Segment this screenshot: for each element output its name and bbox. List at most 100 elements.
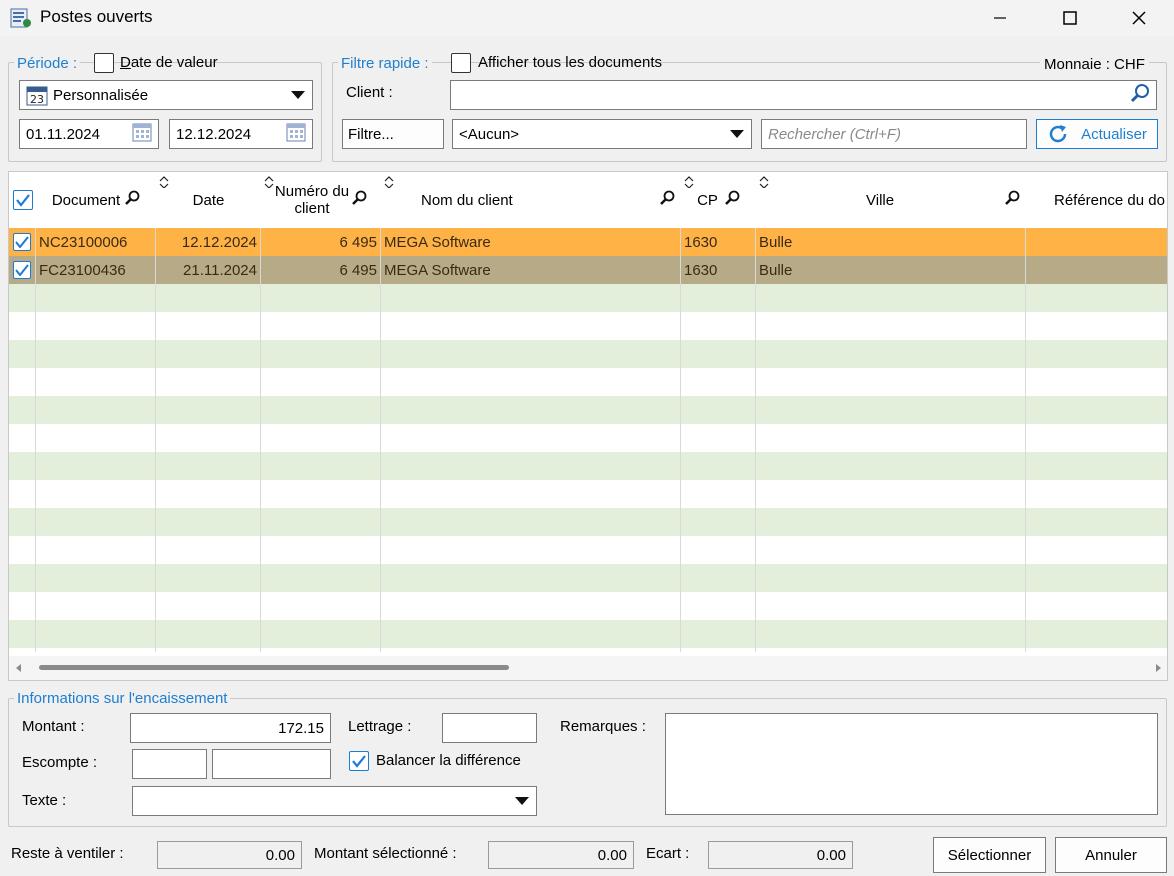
montant-label: Montant :	[22, 718, 85, 735]
period-select[interactable]: 23 Personnalisée	[19, 80, 313, 110]
filter-select[interactable]: <Aucun>	[452, 119, 752, 149]
client-input[interactable]	[450, 80, 1157, 110]
chevron-down-icon	[290, 87, 306, 104]
date-picker-icon[interactable]	[286, 122, 306, 146]
ecart-value: 0.00	[708, 841, 853, 869]
table-row[interactable]	[9, 284, 1167, 312]
date-to-field[interactable]: 12.12.2024	[169, 119, 313, 149]
column-divider	[155, 228, 156, 652]
period-select-value: Personnalisée	[53, 86, 149, 104]
sort-icon[interactable]	[384, 176, 394, 188]
table-row[interactable]	[9, 368, 1167, 396]
sort-icon[interactable]	[684, 176, 694, 188]
row-checkbox[interactable]	[9, 256, 36, 284]
filter-select-value: <Aucun>	[459, 125, 520, 143]
table-row[interactable]	[9, 340, 1167, 368]
close-icon	[1132, 11, 1146, 25]
cell-numero-client: 6 495	[261, 228, 381, 256]
texte-select[interactable]	[132, 786, 537, 816]
column-divider	[680, 228, 681, 652]
cell-reference	[1026, 228, 1167, 256]
ecart-label: Ecart :	[646, 845, 690, 862]
table-row[interactable]	[9, 564, 1167, 592]
maximize-button[interactable]	[1035, 0, 1105, 36]
remarques-textarea[interactable]	[665, 713, 1158, 815]
cell-document: FC23100436	[36, 256, 156, 284]
maximize-icon	[1063, 11, 1077, 25]
table-row[interactable]	[9, 396, 1167, 424]
documents-grid[interactable]: Document Date Numéro du client Nom du cl…	[8, 171, 1168, 681]
table-row[interactable]	[9, 452, 1167, 480]
select-all-checkbox[interactable]	[9, 172, 36, 228]
column-header-reference[interactable]: Référence du do	[1026, 172, 1167, 228]
reste-value: 0.00	[157, 841, 302, 869]
afficher-tous-checkbox[interactable]	[451, 53, 471, 73]
search-icon[interactable]	[351, 190, 367, 210]
search-icon[interactable]	[1004, 190, 1020, 210]
escompte-percent-input[interactable]	[132, 749, 207, 779]
balancer-label: Balancer la différence	[376, 752, 521, 769]
table-row[interactable]: NC23100006 12.12.2024 6 495 MEGA Software 16…	[9, 228, 1167, 256]
chevron-down-icon	[729, 126, 745, 143]
search-input[interactable]: Rechercher (Ctrl+F)	[761, 119, 1027, 149]
cell-numero-client: 6 495	[261, 256, 381, 284]
table-row[interactable]: FC23100436 21.11.2024 6 495 MEGA Software 16…	[9, 256, 1167, 284]
scroll-right-icon[interactable]	[1154, 664, 1162, 672]
table-row[interactable]	[9, 480, 1167, 508]
horizontal-scrollbar[interactable]	[9, 656, 1167, 680]
escompte-amount-input[interactable]	[212, 749, 331, 779]
sort-icon[interactable]	[264, 176, 274, 188]
minimize-button[interactable]	[965, 0, 1035, 36]
table-row[interactable]	[9, 536, 1167, 564]
table-row[interactable]	[9, 312, 1167, 340]
remarques-label: Remarques :	[560, 718, 646, 735]
selectionner-button[interactable]: Sélectionner	[933, 837, 1046, 873]
cell-nom-client: MEGA Software	[381, 256, 681, 284]
search-icon[interactable]	[659, 190, 675, 210]
row-checkbox[interactable]	[9, 228, 36, 256]
column-header-nom-client[interactable]: Nom du client	[381, 172, 681, 228]
table-row[interactable]	[9, 620, 1167, 648]
window-title: Postes ouverts	[40, 7, 153, 26]
sort-icon[interactable]	[759, 176, 769, 188]
montant-input[interactable]: 172.15	[130, 713, 331, 743]
column-divider	[755, 228, 756, 652]
filtre-legend: Filtre rapide :	[338, 55, 432, 72]
date-valeur-checkbox[interactable]	[94, 53, 114, 73]
date-valeur-label: Date de valeur	[120, 54, 218, 71]
actualiser-button[interactable]: Actualiser	[1036, 119, 1158, 149]
column-header-numero-client[interactable]: Numéro du client	[261, 172, 381, 228]
column-header-date[interactable]: Date	[156, 172, 261, 228]
check-icon	[352, 755, 366, 768]
periode-legend: Période :	[14, 55, 81, 72]
lettrage-input[interactable]	[442, 713, 537, 743]
encaissement-legend: Informations sur l'encaissement	[14, 690, 231, 707]
table-row[interactable]	[9, 508, 1167, 536]
cell-cp: 1630	[681, 256, 756, 284]
afficher-tous-label: Afficher tous les documents	[478, 54, 662, 71]
texte-label: Texte :	[22, 792, 67, 809]
search-icon[interactable]	[124, 190, 140, 210]
column-header-document[interactable]: Document	[36, 172, 156, 228]
scrollbar-thumb[interactable]	[39, 665, 509, 670]
montant-selectionne-value: 0.00	[488, 841, 634, 869]
date-from-field[interactable]: 01.11.2024	[19, 119, 159, 149]
column-header-ville[interactable]: Ville	[756, 172, 1026, 228]
column-divider	[260, 228, 261, 652]
table-row[interactable]	[9, 592, 1167, 620]
cell-cp: 1630	[681, 228, 756, 256]
cell-date: 12.12.2024	[156, 228, 261, 256]
search-icon[interactable]	[724, 190, 740, 210]
close-button[interactable]	[1104, 0, 1174, 36]
scroll-left-icon[interactable]	[15, 664, 23, 672]
annuler-button[interactable]: Annuler	[1055, 837, 1167, 873]
sort-icon[interactable]	[159, 176, 169, 188]
table-row[interactable]	[9, 424, 1167, 452]
refresh-icon	[1047, 123, 1069, 145]
date-picker-icon[interactable]	[132, 122, 152, 146]
minimize-icon	[994, 17, 1006, 19]
balancer-checkbox[interactable]	[349, 751, 369, 771]
search-icon[interactable]	[1130, 83, 1150, 107]
filtre-button[interactable]: Filtre...	[342, 119, 444, 149]
lettrage-label: Lettrage :	[348, 718, 412, 735]
